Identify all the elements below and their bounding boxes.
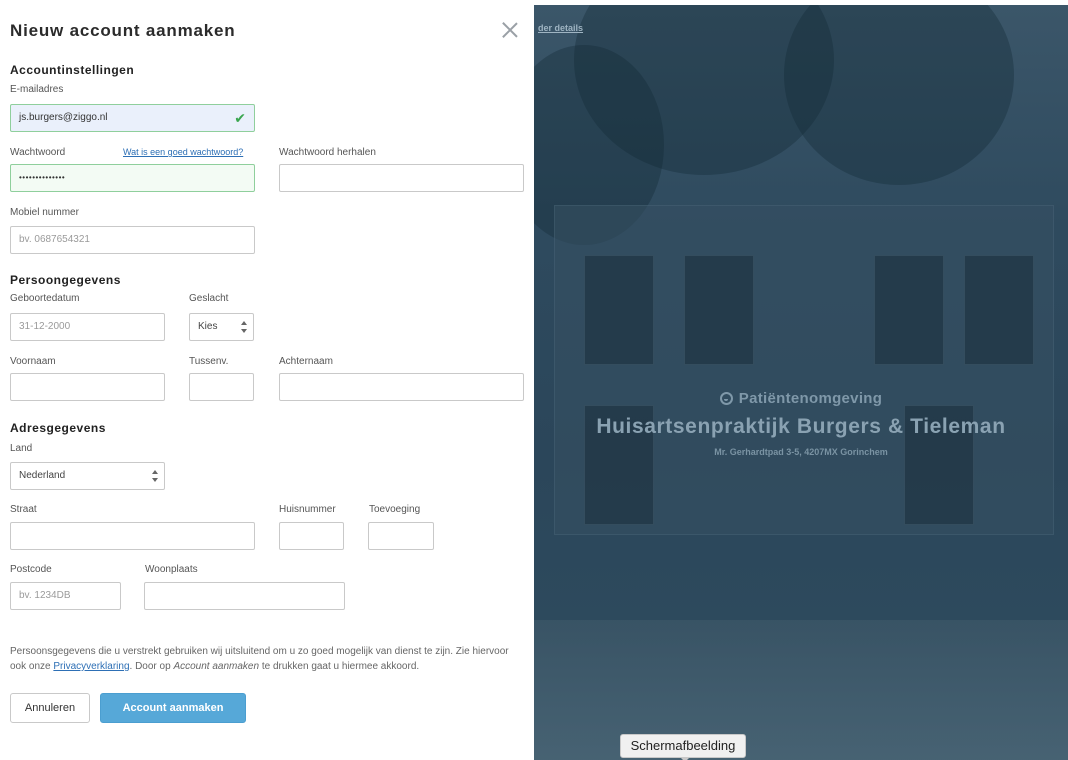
practice-name: Huisartsenpraktijk Burgers & Tieleman	[596, 415, 1006, 438]
email-value: js.burgers@ziggo.nl	[19, 112, 108, 123]
section-address: Adresgegevens	[10, 421, 106, 435]
lastname-label: Achternaam	[279, 356, 333, 367]
create-account-modal: Nieuw account aanmaken Accountinstelling…	[0, 0, 534, 760]
gender-value: Kies	[198, 321, 218, 332]
close-icon[interactable]	[502, 22, 518, 38]
addition-label: Toevoeging	[369, 504, 421, 515]
select-arrows-icon	[241, 321, 247, 333]
postcode-label: Postcode	[10, 564, 52, 575]
practice-address: Mr. Gerhardtpad 3-5, 4207MX Gorinchem	[714, 447, 888, 457]
infix-label: Tussenv.	[189, 356, 229, 367]
privacy-link[interactable]: Privacyverklaring	[53, 661, 129, 672]
mobile-label: Mobiel nummer	[10, 207, 79, 218]
email-field[interactable]: js.burgers@ziggo.nl ✔	[10, 104, 255, 132]
addition-field[interactable]	[368, 522, 434, 550]
city-field[interactable]	[144, 582, 345, 610]
portal-subtitle: Patiëntenomgeving	[738, 390, 883, 407]
lastname-field[interactable]	[279, 373, 524, 401]
check-icon: ✔	[234, 110, 246, 126]
housenumber-label: Huisnummer	[279, 504, 336, 515]
smile-icon	[719, 392, 733, 405]
background-image: der details Patiëntenomgeving Huisartsen…	[534, 5, 1068, 760]
create-account-button[interactable]: Account aanmaken	[100, 693, 246, 723]
gender-select[interactable]: Kies	[189, 313, 254, 341]
password-help-link[interactable]: Wat is een goed wachtwoord?	[123, 147, 243, 157]
postcode-placeholder: bv. 1234DB	[19, 590, 71, 601]
postcode-field[interactable]: bv. 1234DB	[10, 582, 121, 610]
screenshot-tooltip: Schermafbeelding	[620, 734, 746, 760]
privacy-notice: Persoonsgegevens die u verstrekt gebruik…	[10, 646, 509, 672]
firstname-field[interactable]	[10, 373, 165, 401]
gender-label: Geslacht	[189, 293, 229, 304]
email-label: E-mailadres	[10, 84, 64, 95]
street-label: Straat	[10, 504, 37, 515]
infix-field[interactable]	[189, 373, 254, 401]
birthdate-field[interactable]: 31-12-2000	[10, 313, 165, 341]
cancel-button[interactable]: Annuleren	[10, 693, 90, 723]
firstname-label: Voornaam	[10, 356, 56, 367]
password-field[interactable]: ••••••••••••••	[10, 164, 255, 192]
birthdate-label: Geboortedatum	[10, 293, 80, 304]
street-field[interactable]	[10, 522, 255, 550]
housenumber-field[interactable]	[279, 522, 344, 550]
country-select[interactable]: Nederland	[10, 462, 165, 490]
section-personal-data: Persoongegevens	[10, 273, 121, 287]
city-label: Woonplaats	[145, 564, 198, 575]
mobile-placeholder: bv. 0687654321	[19, 234, 90, 245]
country-label: Land	[10, 443, 33, 454]
password-label: Wachtwoord	[10, 147, 66, 158]
practice-branding: Patiëntenomgeving Huisartsenpraktijk Bur…	[534, 390, 1068, 457]
password-value: ••••••••••••••	[19, 173, 66, 182]
password-repeat-field[interactable]	[279, 164, 524, 192]
mobile-field[interactable]: bv. 0687654321	[10, 226, 255, 254]
modal-title: Nieuw account aanmaken	[10, 21, 236, 40]
background-top-link[interactable]: der details	[538, 23, 583, 33]
select-arrows-icon	[152, 470, 158, 482]
country-value: Nederland	[19, 470, 66, 481]
section-account-settings: Accountinstellingen	[10, 63, 135, 77]
birthdate-placeholder: 31-12-2000	[19, 321, 71, 332]
password-repeat-label: Wachtwoord herhalen	[279, 147, 376, 158]
